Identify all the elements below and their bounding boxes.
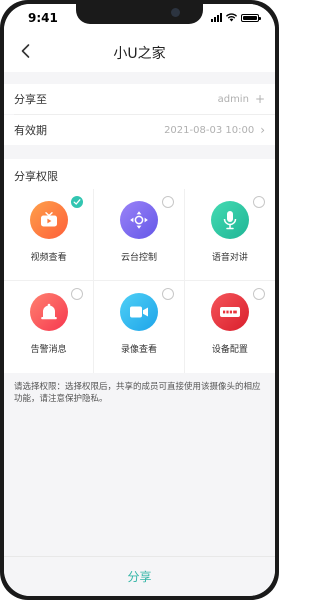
permission-icon-bg [29, 201, 68, 239]
video-camera-icon [129, 306, 148, 318]
status-icons [211, 13, 261, 22]
plus-icon[interactable]: + [255, 92, 265, 106]
permission-icon-bg [210, 293, 249, 331]
permission-alarm-messages[interactable]: 告警消息 [4, 281, 95, 373]
checkbox-unchecked[interactable] [253, 288, 265, 300]
battery-icon [241, 13, 261, 22]
permissions-grid: 视频查看 云台控制 语音对讲 告警消息 录像查看 设备配置 [4, 189, 275, 373]
permission-note: 请选择权限：选择权限后，共享的成员可直接使用该摄像头的相应功能，请注意保护隐私。 [14, 382, 261, 404]
share-bar: 分享 [4, 556, 275, 596]
microphone-icon [223, 211, 237, 230]
permission-voice-intercom[interactable]: 语音对讲 [184, 189, 275, 281]
notch [76, 4, 203, 24]
status-time: 9:41 [28, 11, 58, 25]
chevron-right-icon: › [260, 123, 265, 137]
permission-label: 设备配置 [211, 345, 248, 355]
share-to-row[interactable]: 分享至 admin + [4, 84, 275, 114]
validity-label: 有效期 [14, 124, 47, 137]
permission-video-view[interactable]: 视频查看 [4, 189, 95, 281]
share-to-value: admin [217, 93, 249, 105]
permission-icon-bg [29, 293, 68, 331]
permission-icon-bg [210, 201, 249, 239]
checkbox-checked[interactable] [71, 196, 84, 208]
permission-label: 视频查看 [30, 253, 67, 263]
checkbox-unchecked[interactable] [71, 288, 84, 300]
permission-icon-bg [119, 293, 158, 331]
checkbox-unchecked[interactable] [161, 288, 174, 300]
share-button[interactable]: 分享 [127, 568, 151, 585]
share-to-label: 分享至 [14, 93, 47, 106]
checkbox-unchecked[interactable] [161, 196, 174, 208]
permission-label: 告警消息 [30, 345, 67, 355]
tv-icon [40, 212, 57, 227]
permission-ptz-control[interactable]: 云台控制 [94, 189, 185, 281]
permission-recording-view[interactable]: 录像查看 [94, 281, 185, 373]
nav-bar: 小U之家 [4, 30, 275, 72]
permission-device-config[interactable]: 设备配置 [185, 281, 275, 373]
bell-icon [40, 303, 57, 319]
cellular-signal-icon [211, 13, 222, 22]
page-title: 小U之家 [113, 46, 166, 62]
permissions-header: 分享权限 [4, 159, 275, 189]
check-icon [73, 199, 81, 205]
permission-label: 录像查看 [120, 345, 157, 355]
ptz-icon [130, 211, 148, 229]
phone-frame: 9:41 小U之家 分享至 admin + 有效期 2021-08-03 10:… [0, 0, 279, 600]
wifi-icon [226, 13, 237, 22]
validity-row[interactable]: 有效期 2021-08-03 10:00 › [4, 115, 275, 145]
device-config-icon [219, 307, 240, 317]
permission-icon-bg [119, 201, 158, 239]
front-camera [171, 8, 180, 17]
screen: 9:41 小U之家 分享至 admin + 有效期 2021-08-03 10:… [4, 4, 275, 596]
permission-label: 云台控制 [120, 253, 157, 263]
validity-value: 2021-08-03 10:00 [164, 124, 255, 136]
checkbox-unchecked[interactable] [253, 196, 265, 208]
permission-label: 语音对讲 [211, 253, 248, 263]
